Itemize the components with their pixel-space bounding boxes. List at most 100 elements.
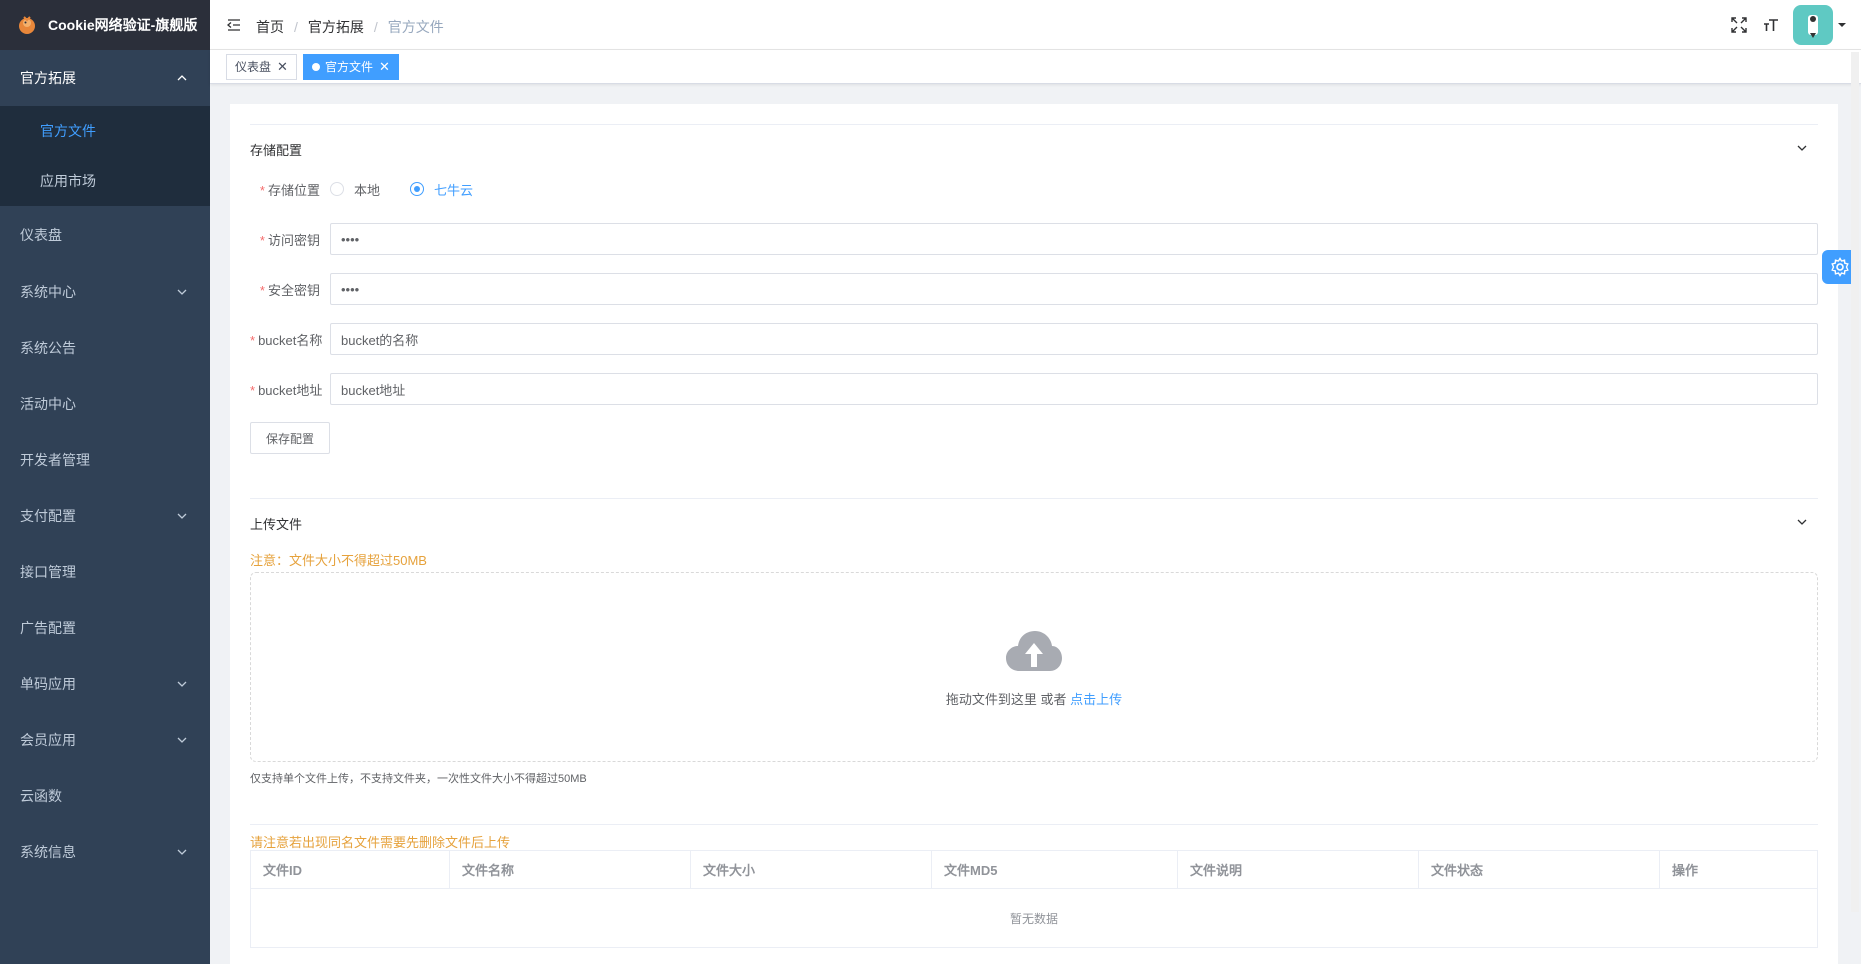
sidebar-item-ads[interactable]: 广告配置	[0, 600, 210, 656]
close-icon[interactable]: ✕	[379, 55, 390, 79]
menu-fold-icon[interactable]	[226, 17, 242, 33]
form-row-storage-location: * 存储位置 本地 七牛云	[250, 172, 1818, 206]
sidebar-item-label: 系统公告	[20, 340, 76, 356]
chevron-down-icon[interactable]	[1796, 516, 1808, 528]
form-row-bucket-url: * bucket地址 bucket地址	[250, 372, 1818, 406]
sidebar-item-official-files[interactable]: 官方文件	[0, 106, 210, 156]
divider	[250, 498, 1818, 499]
breadcrumb-separator: /	[373, 19, 378, 35]
gear-icon	[1831, 257, 1849, 277]
sidebar-item-label: 应用市场	[40, 173, 96, 189]
form-row-bucket-name: * bucket名称 bucket的名称	[250, 322, 1818, 356]
sidebar-item-label: 广告配置	[20, 620, 76, 636]
click-upload-link[interactable]: 点击上传	[1070, 692, 1122, 707]
form-label: * 安全密钥	[259, 282, 320, 298]
form-row-secret-key: * 安全密钥 ••••	[250, 272, 1818, 306]
chevron-down-icon[interactable]	[1796, 142, 1808, 154]
active-dot-icon	[312, 63, 320, 71]
avatar[interactable]	[1793, 5, 1833, 45]
form-label: * bucket名称	[250, 332, 323, 348]
tag-official-files[interactable]: 官方文件 ✕	[303, 54, 399, 80]
sidebar-item-label: 官方文件	[40, 123, 96, 139]
sidebar-item-app-market[interactable]: 应用市场	[0, 156, 210, 206]
column-header[interactable]: 操作	[1660, 851, 1817, 888]
sidebar-item-dashboard[interactable]: 仪表盘	[0, 206, 210, 264]
divider	[250, 824, 1818, 825]
upload-tip: 仅支持单个文件上传，不支持文件夹，一次性文件大小不得超过50MB	[250, 773, 587, 785]
sidebar-item-label: 官方拓展	[20, 70, 76, 86]
divider	[250, 124, 1818, 125]
form-label: * 访问密钥	[259, 232, 320, 248]
caret-down-icon[interactable]	[1837, 20, 1847, 30]
sidebar-item-api[interactable]: 接口管理	[0, 544, 210, 600]
radio-circle	[410, 182, 425, 196]
radio-label: 本地	[354, 182, 381, 198]
logo[interactable]: Cookie网络验证-旗舰版	[0, 0, 210, 50]
column-header[interactable]: 文件MD5	[932, 851, 1178, 888]
close-icon[interactable]: ✕	[277, 55, 288, 79]
sidebar-item-label: 系统中心	[20, 284, 76, 300]
access-key-input[interactable]: ••••	[330, 223, 1818, 255]
app-title: Cookie网络验证-旗舰版	[48, 17, 198, 33]
sidebar-item-activities[interactable]: 活动中心	[0, 376, 210, 432]
sidebar-item-label: 云函数	[20, 788, 62, 804]
sidebar-item-single-code[interactable]: 单码应用	[0, 656, 210, 712]
table-header: 文件ID 文件名称 文件大小 文件MD5 文件说明 文件状态 操作	[251, 851, 1817, 889]
chevron-down-icon	[177, 289, 187, 295]
navbar-actions	[1729, 5, 1847, 45]
save-config-button[interactable]: 保存配置	[250, 422, 331, 454]
sidebar-item-label: 支付配置	[20, 508, 76, 524]
bucket-url-input[interactable]: bucket地址	[330, 373, 1818, 405]
form-label: * 存储位置	[259, 182, 320, 198]
sidebar-item-membership[interactable]: 会员应用	[0, 712, 210, 768]
chevron-down-icon	[177, 681, 187, 687]
sidebar-item-system-info[interactable]: 系统信息	[0, 824, 210, 880]
sidebar-item-developers[interactable]: 开发者管理	[0, 432, 210, 488]
avatar-icon	[1808, 15, 1818, 38]
breadcrumb: 首页 / 官方拓展 / 官方文件	[256, 17, 444, 37]
breadcrumb-item[interactable]: 官方拓展	[308, 17, 364, 37]
sidebar-item-label: 系统信息	[20, 844, 76, 860]
files-table: 文件ID 文件名称 文件大小 文件MD5 文件说明 文件状态 操作 暂无数据	[250, 850, 1818, 948]
section-title-storage[interactable]: 存储配置	[250, 140, 302, 159]
sidebar-item-announcements[interactable]: 系统公告	[0, 320, 210, 376]
breadcrumb-item[interactable]: 首页	[256, 17, 284, 37]
tag-label: 仪表盘	[235, 60, 272, 74]
font-size-icon[interactable]	[1761, 15, 1781, 35]
upload-instructions: 拖动文件到这里 或者 点击上传	[946, 689, 1122, 708]
upload-dropzone[interactable]: 拖动文件到这里 或者 点击上传	[250, 572, 1818, 762]
main-content: 存储配置 * 存储位置 本地 七牛云 * 访问密钥 •••• * 安全密钥 •••• …	[230, 104, 1838, 964]
chevron-down-icon	[177, 737, 187, 743]
breadcrumb-separator: /	[294, 19, 298, 35]
sidebar-item-official-extensions[interactable]: 官方拓展	[0, 50, 210, 106]
chevron-up-icon	[177, 75, 187, 81]
column-header[interactable]: 文件状态	[1419, 851, 1660, 888]
chevron-down-icon	[177, 849, 187, 855]
sidebar-item-payment[interactable]: 支付配置	[0, 488, 210, 544]
column-header[interactable]: 文件名称	[450, 851, 691, 888]
fullscreen-icon[interactable]	[1729, 15, 1749, 35]
column-header[interactable]: 文件说明	[1178, 851, 1419, 888]
tag-dashboard[interactable]: 仪表盘 ✕	[226, 54, 297, 80]
bucket-name-input[interactable]: bucket的名称	[330, 323, 1818, 355]
column-header[interactable]: 文件ID	[251, 851, 450, 888]
sidebar: Cookie网络验证-旗舰版 官方拓展 官方文件 应用市场 仪表盘 系统中心 系…	[0, 0, 210, 964]
tags-view: 仪表盘 ✕ 官方文件 ✕	[210, 50, 1861, 84]
upload-drag-text: 拖动文件到这里 或者	[945, 691, 1067, 707]
secret-key-input[interactable]: ••••	[330, 273, 1818, 305]
sidebar-item-label: 开发者管理	[20, 452, 90, 468]
cloud-upload-icon	[1006, 630, 1062, 671]
radio-circle	[330, 182, 344, 196]
navbar: 首页 / 官方拓展 / 官方文件	[210, 0, 1861, 50]
sidebar-item-system-center[interactable]: 系统中心	[0, 264, 210, 320]
radio-local[interactable]: 本地	[330, 180, 380, 199]
radio-qiniu[interactable]: 七牛云	[410, 180, 473, 199]
sidebar-item-label: 活动中心	[20, 396, 76, 412]
section-title-upload[interactable]: 上传文件	[250, 514, 302, 533]
sidebar-item-label: 会员应用	[20, 732, 76, 748]
sidebar-item-cloud-functions[interactable]: 云函数	[0, 768, 210, 824]
chevron-down-icon	[177, 513, 187, 519]
scrollbar[interactable]	[1851, 52, 1859, 912]
column-header[interactable]: 文件大小	[691, 851, 932, 888]
breadcrumb-item-current: 官方文件	[387, 19, 444, 35]
